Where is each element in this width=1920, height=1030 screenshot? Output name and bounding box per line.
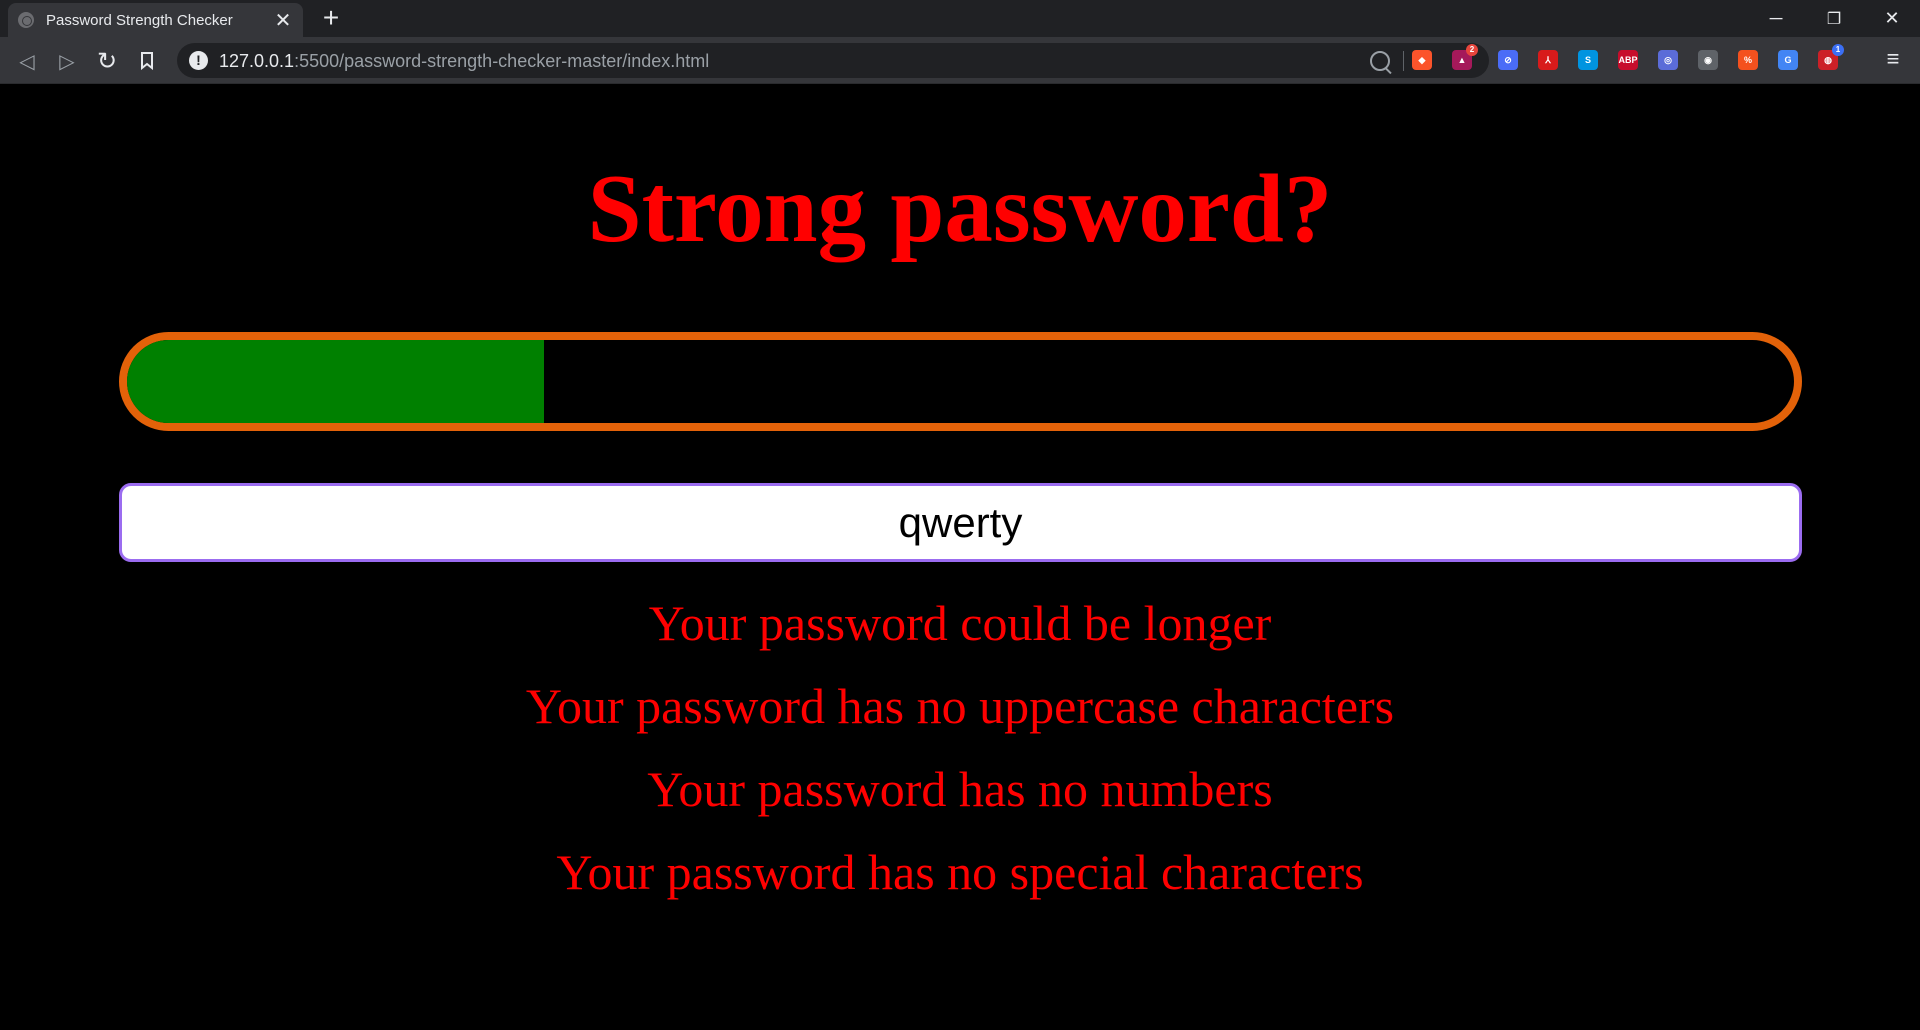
restore-button[interactable]: ❐ (1806, 0, 1862, 37)
tab-bar: Password Strength Checker ✕ + ─ ❐ ✕ (0, 0, 1920, 37)
zoom-icon[interactable] (1370, 51, 1390, 71)
pdf-icon[interactable]: ⅄ (1538, 50, 1558, 70)
minimize-button[interactable]: ─ (1748, 0, 1804, 37)
window-close-button[interactable]: ✕ (1864, 0, 1920, 37)
new-tab-button[interactable]: + (316, 4, 346, 34)
google-translate-icon[interactable]: G (1778, 50, 1798, 70)
page-content: Strong password? Your password could be … (0, 84, 1920, 1030)
adblock-plus-icon[interactable]: ABP (1618, 50, 1638, 70)
reason-item: Your password has no special characters (556, 844, 1364, 900)
lastpass-icon[interactable]: ◍ 1 (1818, 44, 1844, 70)
globe-icon (18, 12, 34, 28)
tab-close-icon[interactable]: ✕ (273, 8, 293, 33)
bookmark-button[interactable] (132, 46, 162, 76)
skype-icon[interactable]: S (1578, 50, 1598, 70)
back-button[interactable]: ◁ (12, 46, 42, 76)
bookmark-icon (141, 52, 153, 70)
color-picker-icon[interactable]: ◎ (1658, 50, 1678, 70)
extension-badge: 2 (1466, 44, 1478, 56)
brave-shield-icon[interactable]: ◆ (1412, 50, 1432, 70)
url-host: 127.0.0.1 (219, 51, 295, 71)
tab-active[interactable]: Password Strength Checker ✕ (8, 3, 303, 37)
url-text[interactable]: 127.0.0.1:5500/password-strength-checker… (219, 51, 709, 72)
reason-item: Your password has no uppercase character… (525, 678, 1395, 734)
url-path: :5500/password-strength-checker-master/i… (294, 51, 710, 71)
forward-button[interactable]: ▷ (52, 46, 82, 76)
percent-icon[interactable]: % (1738, 50, 1758, 70)
password-input[interactable] (119, 483, 1802, 562)
reload-button[interactable]: ↻ (92, 46, 122, 76)
page-title: Strong password? (587, 155, 1333, 262)
reasons-list: Your password could be longer Your passw… (0, 582, 1920, 914)
brave-rewards-icon[interactable]: ▲ 2 (1452, 44, 1478, 70)
menu-icon[interactable]: ≡ (1883, 48, 1903, 70)
strength-meter-fill (127, 340, 544, 423)
tab-title: Password Strength Checker (46, 11, 233, 29)
browser-toolbar: ◁ ▷ ↻ ! 127.0.0.1:5500/password-strength… (0, 37, 1920, 84)
reason-item: Your password could be longer (648, 595, 1272, 651)
omnibox-divider (1403, 51, 1404, 71)
reason-item: Your password has no numbers (647, 761, 1273, 817)
info-icon[interactable]: ! (189, 51, 208, 70)
strength-meter (119, 332, 1802, 431)
blocker-icon[interactable]: ⊘ (1498, 50, 1518, 70)
screenshot-icon[interactable]: ◉ (1698, 50, 1718, 70)
extension-badge: 1 (1832, 44, 1844, 56)
address-bar[interactable]: ! 127.0.0.1:5500/password-strength-check… (177, 43, 1489, 78)
